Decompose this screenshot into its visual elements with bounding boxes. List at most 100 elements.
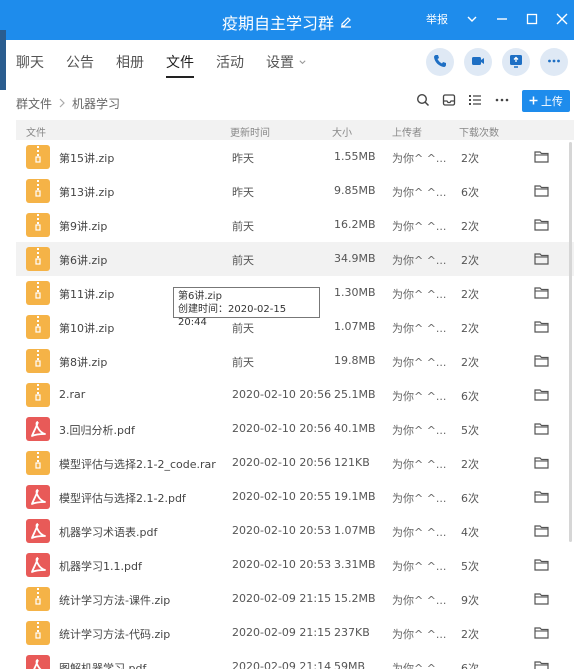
file-uploader[interactable]: 为你^ ^... <box>392 592 446 608</box>
file-uploader[interactable]: 为你^ ^... <box>392 354 446 370</box>
share-screen-button[interactable] <box>502 48 530 76</box>
scrollbar[interactable] <box>569 142 572 542</box>
file-row[interactable]: 3.回归分析.pdf 2020-02-10 20:56 40.1MB 为你^ ^...… <box>16 412 574 446</box>
report-link[interactable]: 举报 <box>426 11 448 27</box>
file-row[interactable]: 第13讲.zip 昨天 9.85MB 为你^ ^... 6次 <box>16 174 574 208</box>
chevron-down-icon[interactable] <box>466 13 478 25</box>
file-name[interactable]: 模型评估与选择2.1-2_code.rar <box>59 456 216 472</box>
file-row[interactable]: 模型评估与选择2.1-2.pdf 2020-02-10 20:55 19.1MB 为你… <box>16 480 574 514</box>
column-uploader[interactable]: 上传者 <box>392 124 422 139</box>
column-file[interactable]: 文件 <box>26 124 46 139</box>
more-options-button[interactable] <box>540 48 568 76</box>
open-folder-icon[interactable] <box>534 456 549 472</box>
voice-call-button[interactable] <box>426 48 454 76</box>
file-row[interactable]: 第15讲.zip 昨天 1.55MB 为你^ ^... 2次 <box>16 140 574 174</box>
file-name[interactable]: 第10讲.zip <box>59 320 114 336</box>
file-row[interactable]: 统计学习方法-代码.zip 2020-02-09 21:15 237KB 为你^ ^.… <box>16 616 574 650</box>
file-uploader[interactable]: 为你^ ^... <box>392 320 446 336</box>
minimize-icon[interactable] <box>496 13 508 25</box>
file-name[interactable]: 第9讲.zip <box>59 218 107 234</box>
file-name[interactable]: 3.回归分析.pdf <box>59 422 135 438</box>
file-downloads: 6次 <box>461 390 479 403</box>
tab-settings[interactable]: 设置 <box>266 52 307 78</box>
file-uploader[interactable]: 为你^ ^... <box>392 184 446 200</box>
search-icon[interactable] <box>416 93 430 110</box>
file-name[interactable]: 机器学习1.1.pdf <box>59 558 142 574</box>
open-folder-icon[interactable] <box>534 592 549 608</box>
file-name[interactable]: 图解机器学习.pdf <box>59 660 146 669</box>
list-view-icon[interactable] <box>468 93 482 110</box>
open-folder-icon[interactable] <box>534 218 549 234</box>
open-folder-icon[interactable] <box>534 286 549 302</box>
file-uploader[interactable]: 为你^ ^... <box>392 626 446 642</box>
open-folder-icon[interactable] <box>534 558 549 574</box>
open-folder-icon[interactable] <box>534 490 549 506</box>
maximize-icon[interactable] <box>526 13 538 25</box>
file-name[interactable]: 第8讲.zip <box>59 354 107 370</box>
file-name[interactable]: 模型评估与选择2.1-2.pdf <box>59 490 186 506</box>
zip-file-icon <box>26 383 50 407</box>
file-uploader[interactable]: 为你^ ^... <box>392 524 446 540</box>
upload-button[interactable]: 上传 <box>522 90 570 112</box>
file-uploader[interactable]: 为你^ ^... <box>392 218 446 234</box>
file-row[interactable]: 图解机器学习.pdf 2020-02-09 21:14 59MB 为你^ ^... 6次 <box>16 650 574 669</box>
open-folder-icon[interactable] <box>534 184 549 200</box>
file-uploader[interactable]: 为你^ ^... <box>392 456 446 472</box>
file-uploader[interactable]: 为你^ ^... <box>392 660 446 669</box>
file-row[interactable]: 第6讲.zip 前天 34.9MB 为你^ ^... 2次 <box>16 242 574 276</box>
close-icon[interactable] <box>556 13 568 25</box>
inbox-icon[interactable] <box>442 93 456 110</box>
open-folder-icon[interactable] <box>534 422 549 438</box>
column-size[interactable]: 大小 <box>332 124 352 139</box>
file-row[interactable]: 第9讲.zip 前天 16.2MB 为你^ ^... 2次 <box>16 208 574 242</box>
open-folder-icon[interactable] <box>534 354 549 370</box>
file-uploader[interactable]: 为你^ ^... <box>392 286 446 302</box>
edit-icon[interactable] <box>340 13 352 32</box>
tab-files[interactable]: 文件 <box>166 52 194 78</box>
tab-announcements[interactable]: 公告 <box>66 52 94 78</box>
file-uploader[interactable]: 为你^ ^... <box>392 150 446 166</box>
file-downloads: 2次 <box>461 220 479 233</box>
tab-chat[interactable]: 聊天 <box>16 52 44 78</box>
file-row[interactable]: 模型评估与选择2.1-2_code.rar 2020-02-10 20:56 121… <box>16 446 574 480</box>
column-updated[interactable]: 更新时间 <box>230 124 270 139</box>
open-folder-icon[interactable] <box>534 320 549 336</box>
file-name[interactable]: 统计学习方法-课件.zip <box>59 592 170 608</box>
column-downloads[interactable]: 下载次数 <box>459 124 499 139</box>
file-name[interactable]: 2.rar <box>59 388 85 401</box>
zip-file-icon <box>26 621 50 645</box>
file-uploader[interactable]: 为你^ ^... <box>392 422 446 438</box>
file-uploader[interactable]: 为你^ ^... <box>392 558 446 574</box>
open-folder-icon[interactable] <box>534 150 549 166</box>
zip-file-icon <box>26 145 50 169</box>
file-uploader[interactable]: 为你^ ^... <box>392 490 446 506</box>
open-folder-icon[interactable] <box>534 660 549 669</box>
file-row[interactable]: 统计学习方法-课件.zip 2020-02-09 21:15 15.2MB 为你^ ^… <box>16 582 574 616</box>
video-call-button[interactable] <box>464 48 492 76</box>
file-uploader[interactable]: 为你^ ^... <box>392 252 446 268</box>
file-name[interactable]: 统计学习方法-代码.zip <box>59 626 170 642</box>
file-name[interactable]: 第11讲.zip <box>59 286 114 302</box>
title-bar: 疫期自主学习群 举报 <box>0 0 574 40</box>
breadcrumb-root[interactable]: 群文件 <box>16 95 52 112</box>
open-folder-icon[interactable] <box>534 524 549 540</box>
file-name[interactable]: 机器学习术语表.pdf <box>59 524 157 540</box>
file-row[interactable]: 第8讲.zip 前天 19.8MB 为你^ ^... 2次 <box>16 344 574 378</box>
file-uploader[interactable]: 为你^ ^... <box>392 388 446 404</box>
file-downloads: 2次 <box>461 152 479 165</box>
file-time: 2020-02-09 21:15 <box>232 626 332 639</box>
pdf-file-icon <box>26 519 50 543</box>
file-name[interactable]: 第13讲.zip <box>59 184 114 200</box>
file-name[interactable]: 第15讲.zip <box>59 150 114 166</box>
open-folder-icon[interactable] <box>534 388 549 404</box>
file-row[interactable]: 机器学习1.1.pdf 2020-02-10 20:53 3.31MB 为你^ ^..… <box>16 548 574 582</box>
file-row[interactable]: 机器学习术语表.pdf 2020-02-10 20:53 1.07MB 为你^ ^..… <box>16 514 574 548</box>
file-time: 2020-02-10 20:56 <box>232 388 332 401</box>
open-folder-icon[interactable] <box>534 252 549 268</box>
tab-activities[interactable]: 活动 <box>216 52 244 78</box>
file-name[interactable]: 第6讲.zip <box>59 252 107 268</box>
more-icon[interactable] <box>494 93 510 110</box>
open-folder-icon[interactable] <box>534 626 549 642</box>
file-row[interactable]: 2.rar 2020-02-10 20:56 25.1MB 为你^ ^... 6次 <box>16 378 574 412</box>
tab-album[interactable]: 相册 <box>116 52 144 78</box>
